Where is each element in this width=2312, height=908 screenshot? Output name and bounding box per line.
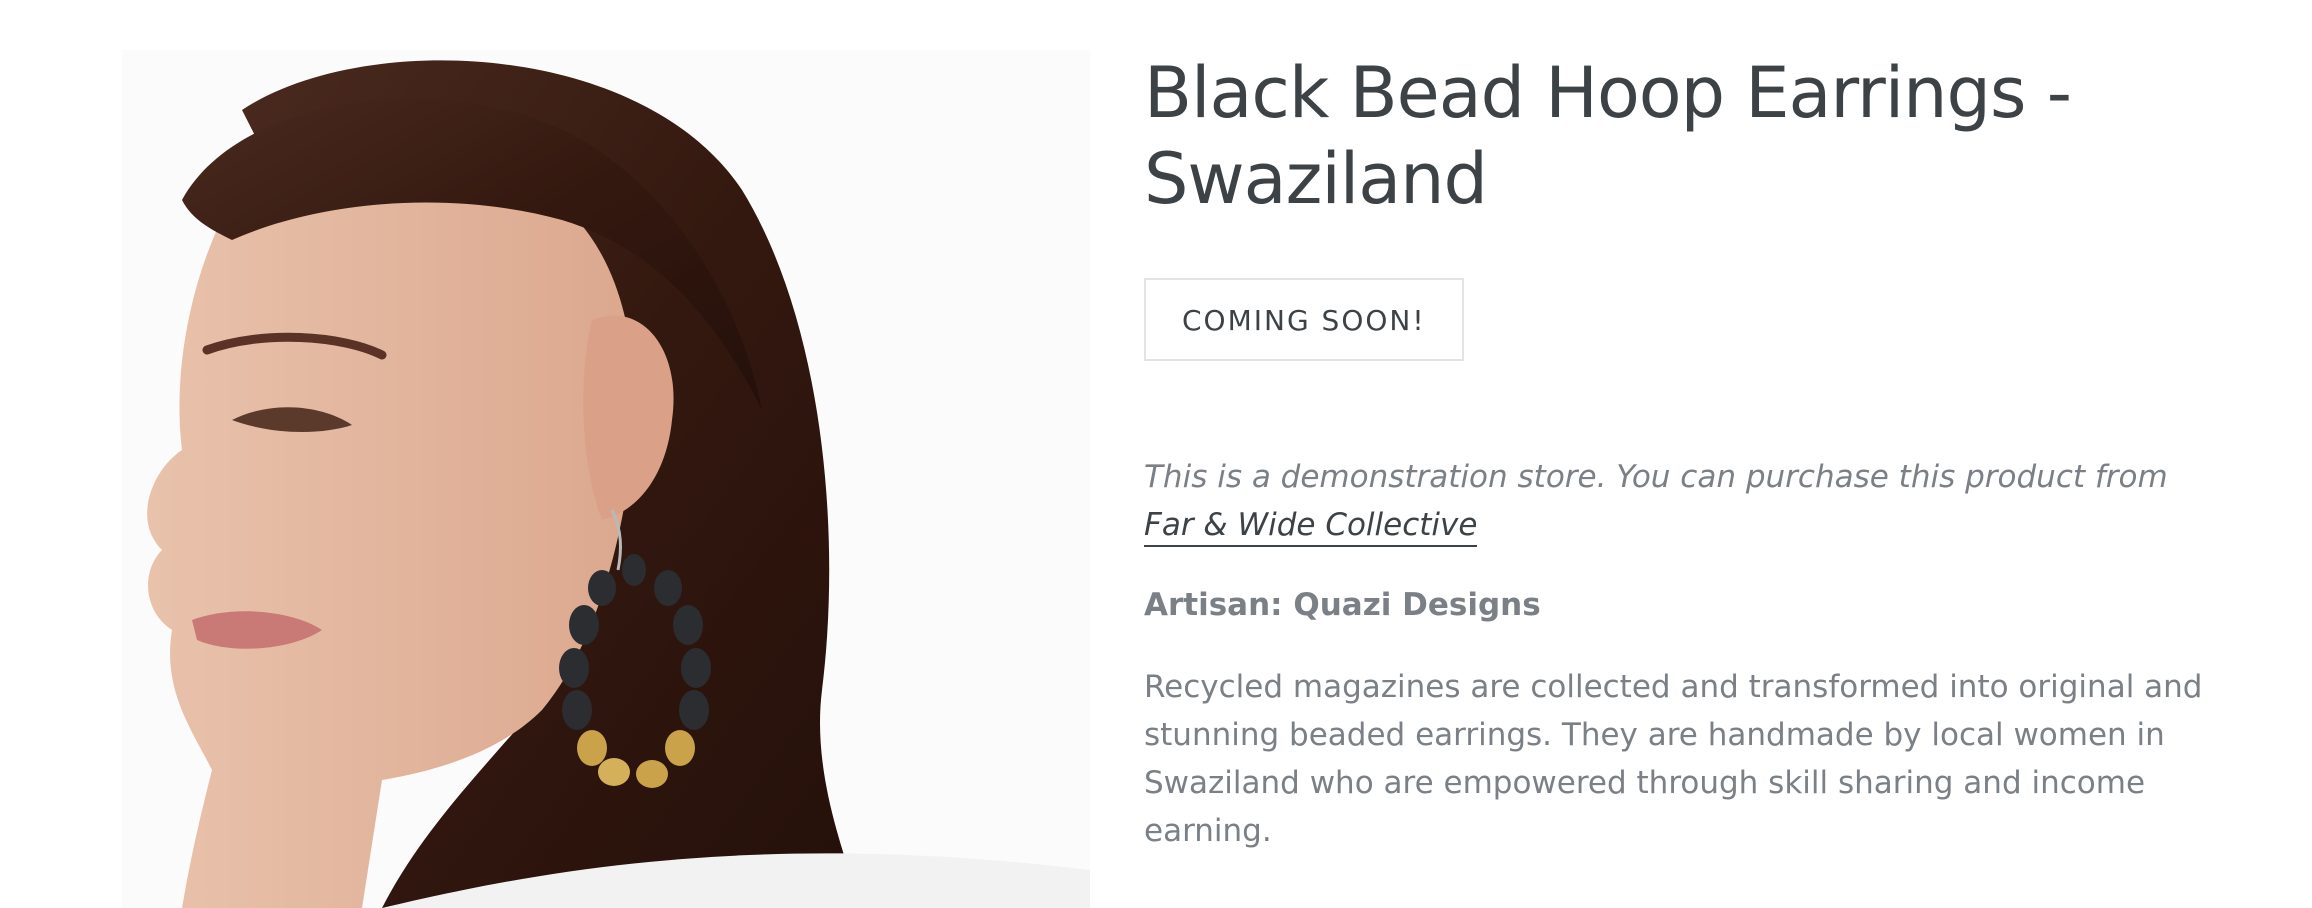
product-image[interactable] [122,50,1090,908]
coming-soon-button[interactable]: COMING SOON! [1144,278,1464,361]
product-description: Recycled magazines are collected and tra… [1144,669,2203,849]
product-details: Black Bead Hoop Earrings - Swaziland COM… [1144,50,2224,855]
demo-store-note-text: This is a demonstration store. You can p… [1144,459,2168,495]
model-photo [122,50,1090,908]
far-wide-collective-link[interactable]: Far & Wide Collective [1144,507,1478,547]
product-title: Black Bead Hoop Earrings - Swaziland [1144,52,2072,220]
artisan-label: Artisan: Quazi Designs [1144,587,1541,623]
demo-store-note: This is a demonstration store. You can p… [1144,453,2224,549]
